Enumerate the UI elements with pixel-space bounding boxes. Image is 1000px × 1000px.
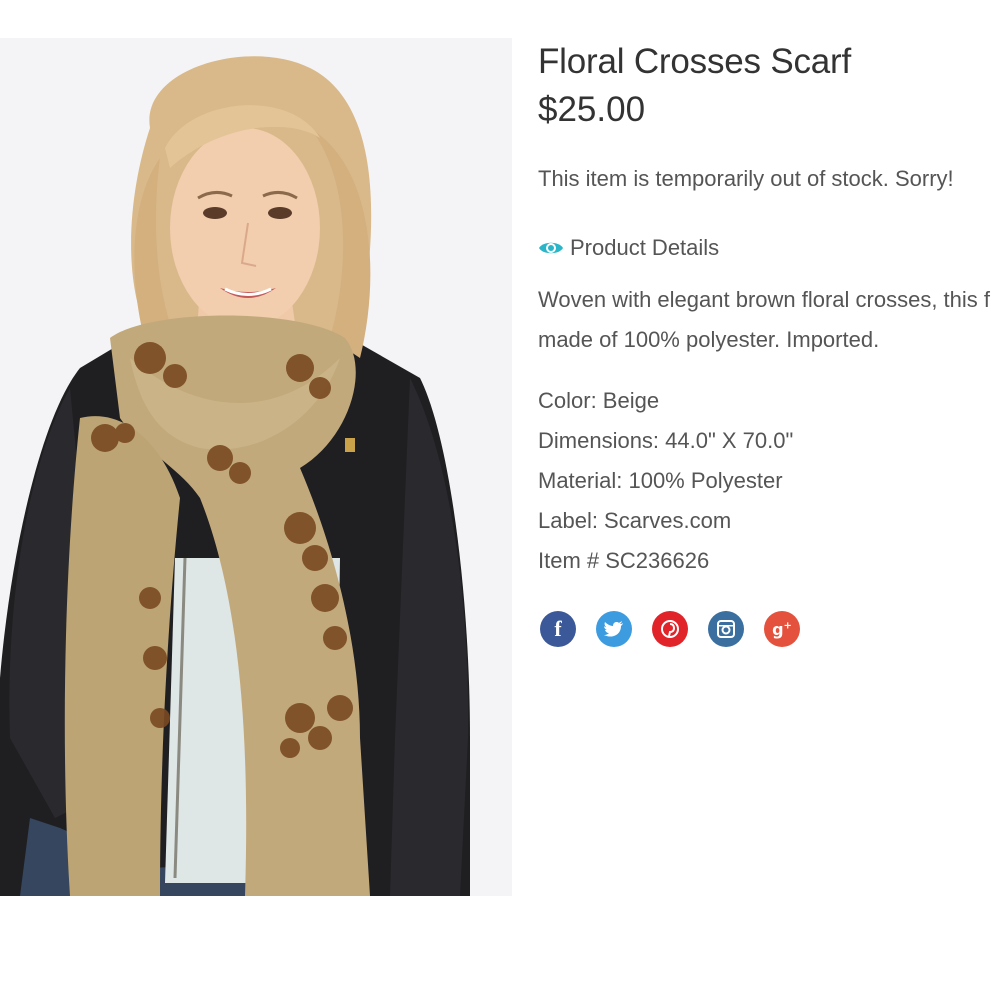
spec-color: Color: Beige <box>538 388 660 413</box>
spec-dimensions: Dimensions: 44.0" X 70.0" <box>538 428 794 453</box>
description-line: made of 100% polyester. Imported. <box>538 327 880 352</box>
spec-item-number: Item # SC236626 <box>538 548 710 573</box>
product-price: $25.00 <box>538 90 646 129</box>
product-details-label: Product Details <box>570 235 720 260</box>
model-wearing-scarf-photo <box>0 38 512 896</box>
google-plus-share-button[interactable]: g+ <box>764 611 800 647</box>
facebook-icon: f <box>554 616 562 641</box>
spec-material: Material: 100% Polyester <box>538 468 783 493</box>
product-description: Woven with elegant brown floral crosses,… <box>538 280 1000 360</box>
spec-label: Label: Scarves.com <box>538 508 732 533</box>
product-image[interactable] <box>0 38 512 896</box>
product-specs: Color: Beige Dimensions: 44.0" X 70.0" M… <box>538 381 793 581</box>
social-share-buttons: f g+ <box>540 611 800 647</box>
instagram-icon <box>717 620 735 638</box>
product-title: Floral Crosses Scarf <box>538 42 852 81</box>
description-line: Woven with elegant brown floral crosses,… <box>538 287 991 312</box>
product-details-toggle[interactable]: Product Details <box>538 235 719 261</box>
pinterest-icon <box>661 620 679 638</box>
google-plus-icon: g+ <box>772 619 792 639</box>
pinterest-share-button[interactable] <box>652 611 688 647</box>
instagram-share-button[interactable] <box>708 611 744 647</box>
twitter-share-button[interactable] <box>596 611 632 647</box>
twitter-icon <box>604 621 623 637</box>
stock-status-message: This item is temporarily out of stock. S… <box>538 166 954 191</box>
facebook-share-button[interactable]: f <box>540 611 576 647</box>
eye-icon <box>539 242 563 254</box>
